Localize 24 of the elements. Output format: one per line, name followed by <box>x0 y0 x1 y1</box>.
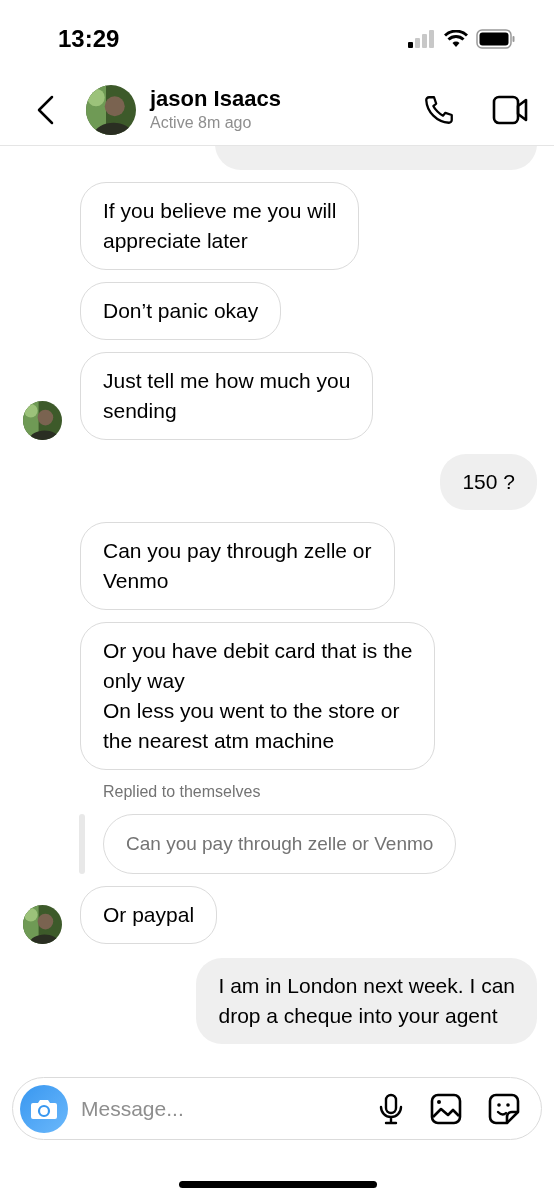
message-bubble: Don’t panic okay <box>80 282 282 340</box>
status-time: 13:29 <box>58 23 120 54</box>
battery-icon <box>476 28 516 49</box>
reply-note: Replied to themselves <box>103 782 261 802</box>
microphone-icon[interactable] <box>378 1092 404 1125</box>
signal-icon <box>408 29 436 48</box>
message-bubble: If you believe me you will appreciate later <box>80 182 360 270</box>
message-text: Or you have debit card that is the only way <box>103 638 413 694</box>
active-status: Active 8m ago <box>150 113 253 133</box>
contact-name[interactable]: jason Isaacs <box>150 86 281 112</box>
gallery-icon[interactable] <box>430 1092 462 1125</box>
message-text: On less you went to the store or the nearest atm machine <box>103 698 401 754</box>
message-bubble: Can you pay through zelle or Venmo <box>80 522 395 610</box>
message-field[interactable]: Message... <box>12 1077 542 1140</box>
message-bubble: Just tell me how much you sending <box>80 352 374 440</box>
sticker-icon[interactable] <box>488 1092 520 1125</box>
back-icon[interactable] <box>36 95 56 125</box>
message-bubble: I am in London next week. I can drop a cheque into your agent <box>196 958 537 1044</box>
phone-icon[interactable] <box>422 93 456 127</box>
video-call-icon[interactable] <box>492 94 530 126</box>
message-bubble: 150 ? <box>440 454 537 510</box>
message-bubble: Or paypal <box>80 886 218 944</box>
avatar <box>86 85 136 135</box>
wifi-icon <box>444 29 468 48</box>
